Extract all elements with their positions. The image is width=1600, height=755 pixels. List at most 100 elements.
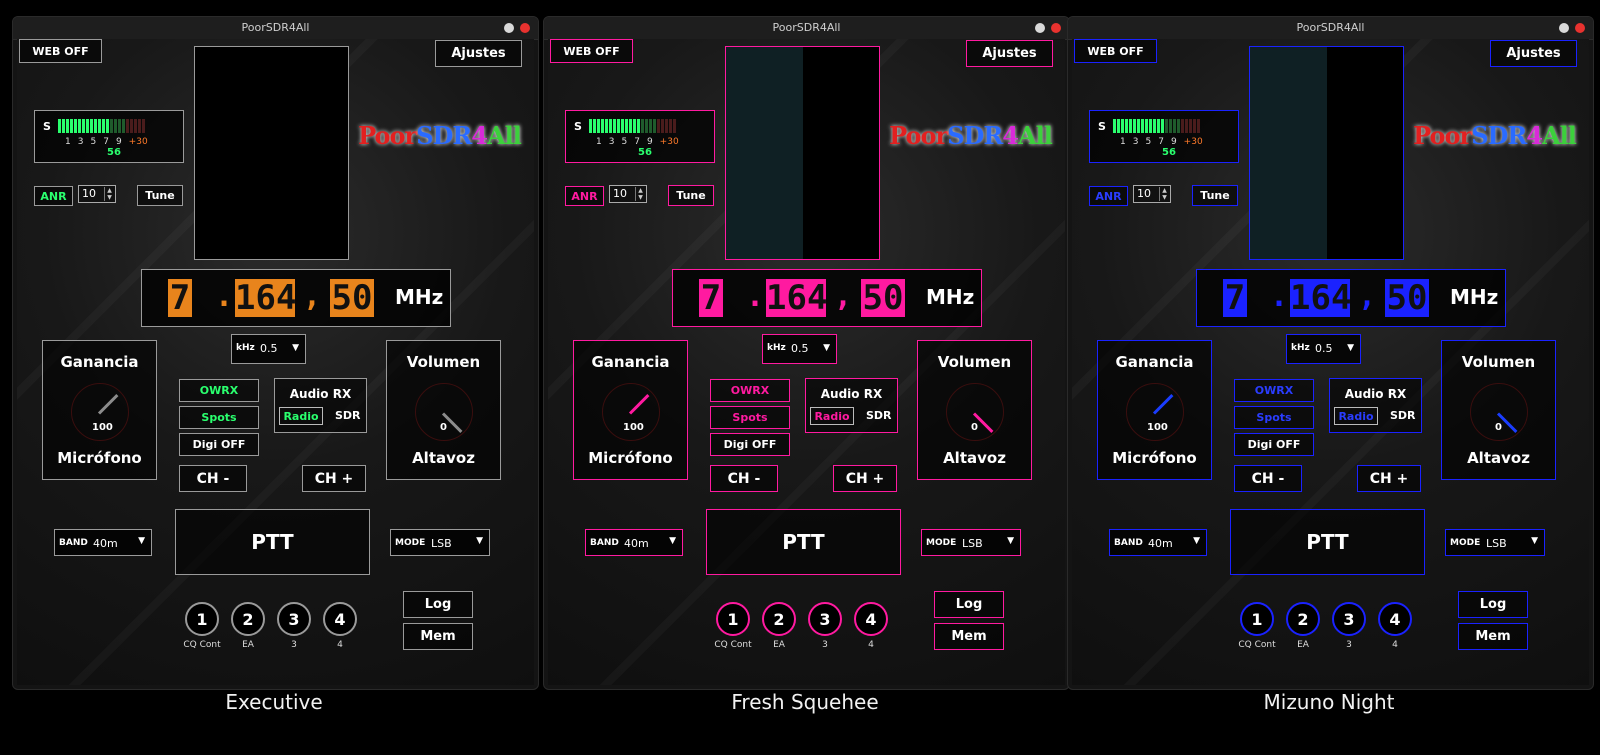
web-off-button[interactable]: WEB OFF: [19, 39, 102, 63]
minimize-button[interactable]: [1559, 23, 1569, 33]
memory-slot-1[interactable]: 1: [185, 602, 219, 636]
memory-button[interactable]: Mem: [1458, 623, 1528, 650]
web-off-button[interactable]: WEB OFF: [1074, 39, 1157, 63]
channel-down-button[interactable]: CH -: [179, 465, 247, 492]
band-select[interactable]: BAND 40m ▼: [585, 529, 683, 556]
volume-knob-panel[interactable]: Volumen 0 Altavoz: [386, 340, 501, 480]
waterfall-display: [1249, 46, 1404, 260]
gain-knob[interactable]: 100: [1126, 383, 1184, 441]
memory-slot-4[interactable]: 4: [1378, 602, 1412, 636]
waterfall-band: [195, 47, 272, 259]
memory-slot-2[interactable]: 2: [231, 602, 265, 636]
memory-slot-3[interactable]: 3: [808, 602, 842, 636]
sdr-option[interactable]: SDR: [866, 409, 892, 422]
minimize-button[interactable]: [1035, 23, 1045, 33]
digi-off-button[interactable]: Digi OFF: [1234, 433, 1314, 456]
close-button[interactable]: [520, 23, 530, 33]
sdr-option[interactable]: SDR: [1390, 409, 1416, 422]
spots-button[interactable]: Spots: [1234, 406, 1314, 429]
memory-slot-1[interactable]: 1: [716, 602, 750, 636]
memory-button[interactable]: Mem: [403, 623, 473, 650]
tune-button[interactable]: Tune: [1192, 185, 1238, 206]
ptt-button[interactable]: PTT: [175, 509, 370, 575]
mode-select[interactable]: MODE LSB ▼: [921, 529, 1021, 556]
memory-slot-4[interactable]: 4: [854, 602, 888, 636]
memory-slot-3[interactable]: 3: [277, 602, 311, 636]
web-off-button[interactable]: WEB OFF: [550, 39, 633, 63]
gain-knob[interactable]: 100: [71, 383, 129, 441]
volume-knob-panel[interactable]: Volumen 0 Altavoz: [1441, 340, 1556, 480]
freq-khz-digits[interactable]: 164: [235, 279, 296, 317]
step-select[interactable]: kHz 0.5 ▼: [762, 334, 837, 364]
frequency-display[interactable]: 7 . 164 , 50 MHz: [672, 269, 982, 327]
memory-slot-2[interactable]: 2: [1286, 602, 1320, 636]
radio-option[interactable]: Radio: [810, 407, 854, 425]
tune-button[interactable]: Tune: [668, 185, 714, 206]
frequency-display[interactable]: 7 . 164 , 50 MHz: [1196, 269, 1506, 327]
radio-option[interactable]: Radio: [1334, 407, 1378, 425]
memory-slot-2[interactable]: 2: [762, 602, 796, 636]
volume-knob[interactable]: 0: [415, 383, 473, 441]
freq-khz-digits[interactable]: 164: [766, 279, 827, 317]
settings-button[interactable]: Ajustes: [1490, 40, 1577, 67]
anr-level-spinbox[interactable]: 10 ▲ ▼: [78, 185, 116, 203]
anr-level-spinbox[interactable]: 10 ▲ ▼: [1133, 185, 1171, 203]
minimize-button[interactable]: [504, 23, 514, 33]
step-select[interactable]: kHz 0.5 ▼: [231, 334, 306, 364]
anr-button[interactable]: ANR: [34, 186, 73, 206]
memory-label-3: 3: [822, 640, 828, 650]
mode-select[interactable]: MODE LSB ▼: [1445, 529, 1545, 556]
band-select[interactable]: BAND 40m ▼: [54, 529, 152, 556]
mode-select[interactable]: MODE LSB ▼: [390, 529, 490, 556]
sdr-option[interactable]: SDR: [335, 409, 361, 422]
memory-button[interactable]: Mem: [934, 623, 1004, 650]
freq-mhz-digits[interactable]: 7: [168, 279, 192, 317]
log-button[interactable]: Log: [934, 591, 1004, 618]
anr-button[interactable]: ANR: [1089, 186, 1128, 206]
owrx-button[interactable]: OWRX: [710, 379, 790, 402]
freq-hz-digits[interactable]: 50: [1385, 279, 1429, 317]
close-button[interactable]: [1051, 23, 1061, 33]
owrx-button[interactable]: OWRX: [179, 379, 259, 402]
band-select[interactable]: BAND 40m ▼: [1109, 529, 1207, 556]
settings-button[interactable]: Ajustes: [435, 40, 522, 67]
digi-off-button[interactable]: Digi OFF: [710, 433, 790, 456]
channel-down-button[interactable]: CH -: [1234, 465, 1302, 492]
freq-mhz-digits[interactable]: 7: [699, 279, 723, 317]
freq-hz-digits[interactable]: 50: [330, 279, 374, 317]
close-button[interactable]: [1575, 23, 1585, 33]
radio-option[interactable]: Radio: [279, 407, 323, 425]
owrx-button[interactable]: OWRX: [1234, 379, 1314, 402]
memory-slot-4[interactable]: 4: [323, 602, 357, 636]
spots-button[interactable]: Spots: [179, 406, 259, 429]
spots-button[interactable]: Spots: [710, 406, 790, 429]
memory-slot-1[interactable]: 1: [1240, 602, 1274, 636]
settings-button[interactable]: Ajustes: [966, 40, 1053, 67]
volume-knob[interactable]: 0: [1470, 383, 1528, 441]
log-button[interactable]: Log: [1458, 591, 1528, 618]
gain-knob[interactable]: 100: [602, 383, 660, 441]
anr-level-spinbox[interactable]: 10 ▲ ▼: [609, 185, 647, 203]
gain-knob-panel[interactable]: Ganancia 100 Micrófono: [42, 340, 157, 480]
tune-button[interactable]: Tune: [137, 185, 183, 206]
channel-down-button[interactable]: CH -: [710, 465, 778, 492]
microphone-label: Micrófono: [57, 449, 142, 467]
memory-slot-3[interactable]: 3: [1332, 602, 1366, 636]
ptt-button[interactable]: PTT: [706, 509, 901, 575]
log-button[interactable]: Log: [403, 591, 473, 618]
anr-button[interactable]: ANR: [565, 186, 604, 206]
gain-knob-panel[interactable]: Ganancia 100 Micrófono: [573, 340, 688, 480]
channel-up-button[interactable]: CH +: [302, 465, 366, 492]
gain-knob-panel[interactable]: Ganancia 100 Micrófono: [1097, 340, 1212, 480]
ptt-button[interactable]: PTT: [1230, 509, 1425, 575]
freq-hz-digits[interactable]: 50: [861, 279, 905, 317]
step-select[interactable]: kHz 0.5 ▼: [1286, 334, 1361, 364]
volume-knob-panel[interactable]: Volumen 0 Altavoz: [917, 340, 1032, 480]
frequency-display[interactable]: 7 . 164 , 50 MHz: [141, 269, 451, 327]
freq-mhz-digits[interactable]: 7: [1223, 279, 1247, 317]
volume-knob[interactable]: 0: [946, 383, 1004, 441]
digi-off-button[interactable]: Digi OFF: [179, 433, 259, 456]
channel-up-button[interactable]: CH +: [1357, 465, 1421, 492]
channel-up-button[interactable]: CH +: [833, 465, 897, 492]
freq-khz-digits[interactable]: 164: [1290, 279, 1351, 317]
